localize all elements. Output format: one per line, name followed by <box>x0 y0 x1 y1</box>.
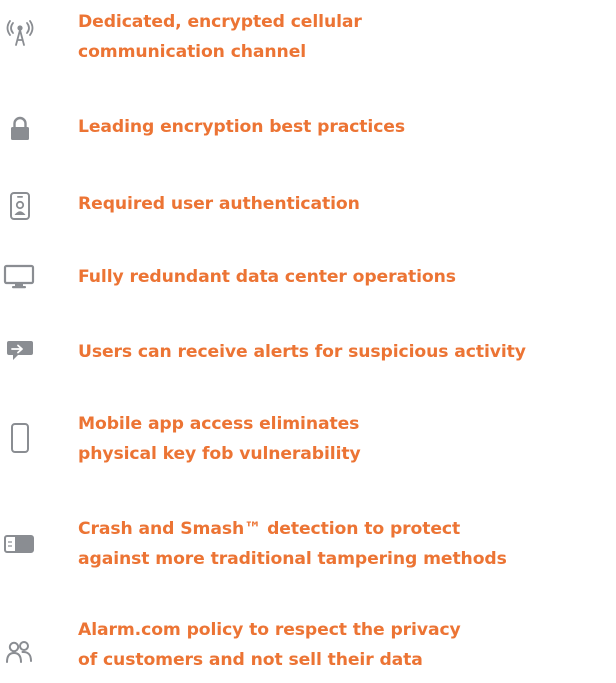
device-sensor-icon <box>2 526 36 562</box>
feature-text-line: Alarm.com policy to respect the privacy <box>78 620 461 640</box>
feature-item-mobile-access: Mobile app access eliminates physical ke… <box>0 409 616 473</box>
feature-text: Crash and Smash™ detection to protect ag… <box>78 514 616 574</box>
feature-text-line: Users can receive alerts for suspicious … <box>78 342 526 362</box>
feature-item-crash-and-smash: Crash and Smash™ detection to protect ag… <box>0 514 616 578</box>
feature-text: Mobile app access eliminates physical ke… <box>78 409 616 469</box>
feature-text-line: of customers and not sell their data <box>78 650 423 670</box>
feature-text: Leading encryption best practices <box>78 112 616 142</box>
feature-text-line: Crash and Smash™ detection to protect <box>78 519 461 539</box>
feature-text-line: Dedicated, encrypted cellular <box>78 12 362 32</box>
cell-tower-icon <box>4 15 36 51</box>
smartphone-icon <box>4 420 36 456</box>
monitor-icon <box>2 259 36 295</box>
feature-text-line: Required user authentication <box>78 194 360 214</box>
feature-text: Fully redundant data center operations <box>78 262 616 292</box>
feature-item-alerts: Users can receive alerts for suspicious … <box>0 336 616 370</box>
feature-text-line: communication channel <box>78 42 307 62</box>
security-features-list: Dedicated, encrypted cellular communicat… <box>0 0 616 683</box>
feature-text: Users can receive alerts for suspicious … <box>78 337 616 367</box>
feature-text-line: Mobile app access eliminates <box>78 414 360 434</box>
chat-alert-icon <box>4 333 36 369</box>
id-badge-icon <box>4 188 36 224</box>
feature-text-line: physical key fob vulnerability <box>78 444 361 464</box>
feature-text-line: Fully redundant data center operations <box>78 267 456 287</box>
feature-item-encrypted-channel: Dedicated, encrypted cellular communicat… <box>0 5 616 69</box>
feature-text: Required user authentication <box>78 189 616 219</box>
feature-text-line: against more traditional tampering metho… <box>78 549 507 569</box>
feature-item-data-center: Fully redundant data center operations <box>0 261 616 295</box>
users-icon <box>4 634 34 670</box>
feature-text-line: Leading encryption best practices <box>78 117 405 137</box>
feature-text: Dedicated, encrypted cellular communicat… <box>78 7 616 67</box>
feature-item-encryption: Leading encryption best practices <box>0 111 616 145</box>
feature-item-privacy: Alarm.com policy to respect the privacy … <box>0 614 616 678</box>
feature-item-authentication: Required user authentication <box>0 188 616 222</box>
lock-icon <box>4 111 36 147</box>
feature-text: Alarm.com policy to respect the privacy … <box>78 615 616 675</box>
